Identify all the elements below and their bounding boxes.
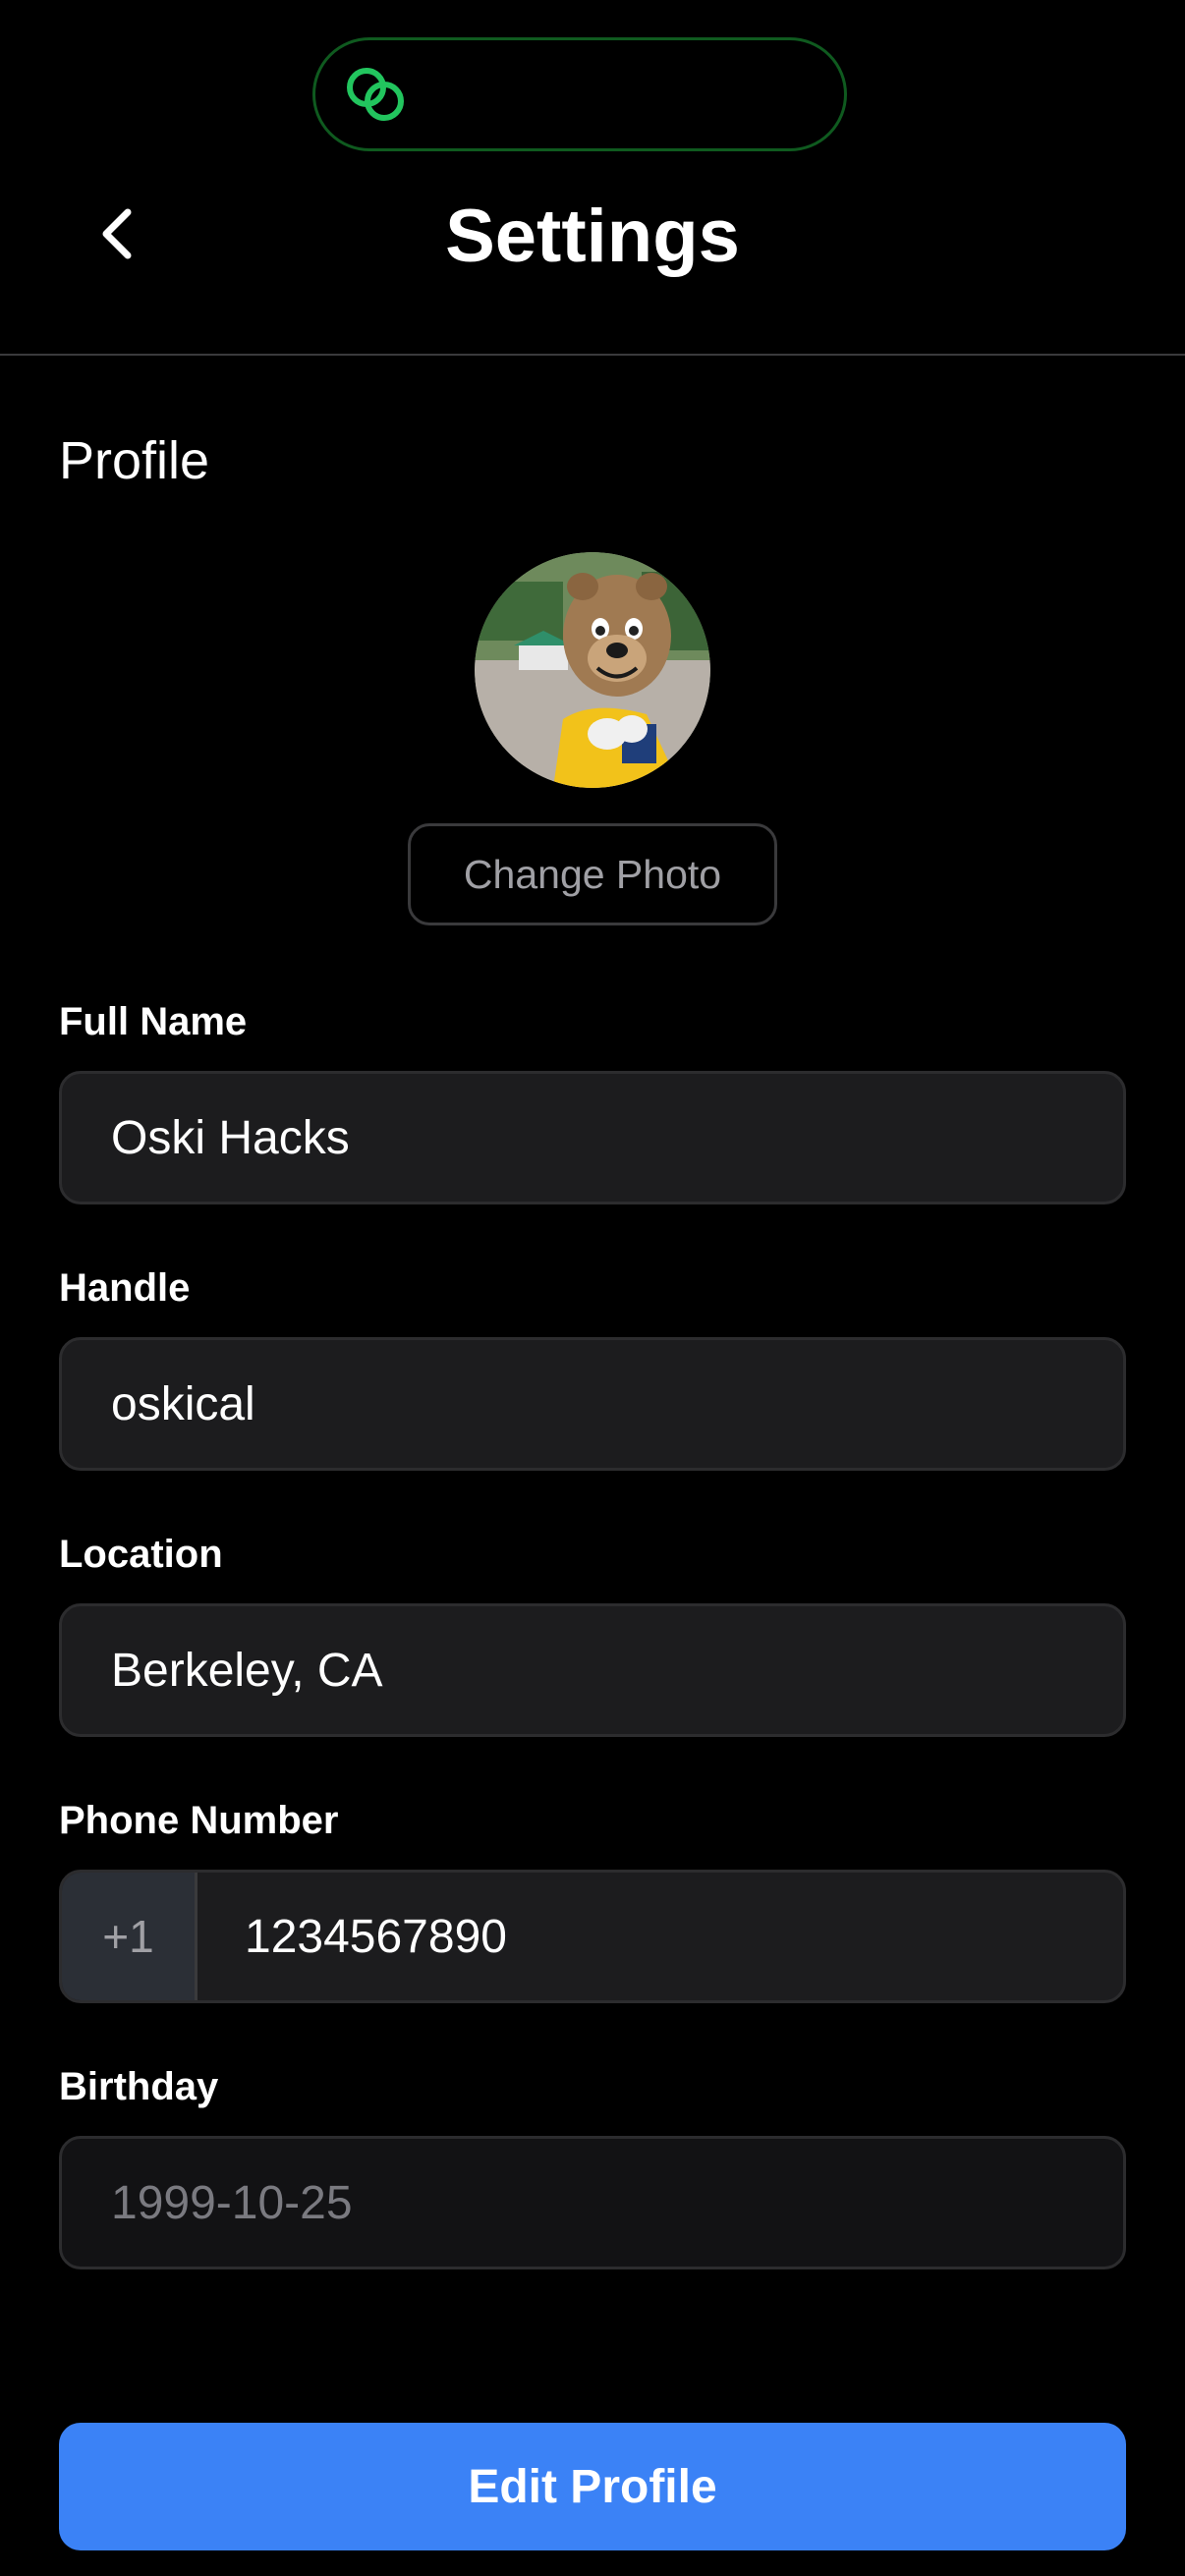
full-name-value: Oski Hacks (111, 1111, 350, 1164)
full-name-label: Full Name (59, 1000, 248, 1043)
page-title: Settings (445, 195, 740, 278)
birthday-label: Birthday (59, 2065, 219, 2108)
avatar[interactable] (475, 552, 710, 788)
phone-number-label: Phone Number (59, 1799, 339, 1842)
location-label: Location (59, 1533, 223, 1576)
change-photo-button[interactable]: Change Photo (408, 823, 777, 925)
link-icon (347, 68, 404, 121)
location-field[interactable]: Berkeley, CA (59, 1603, 1126, 1737)
section-title-profile: Profile (59, 431, 210, 490)
handle-field[interactable]: oskical (59, 1337, 1126, 1471)
phone-number-field[interactable]: +1 1234567890 (59, 1870, 1126, 2003)
country-code-prefix: +1 (62, 1873, 198, 2000)
settings-header: Settings (0, 167, 1185, 356)
phone-number-value: 1234567890 (245, 1910, 507, 1963)
dynamic-island (312, 37, 847, 151)
edit-profile-button[interactable]: Edit Profile (59, 2423, 1126, 2550)
handle-label: Handle (59, 1266, 191, 1310)
handle-value: oskical (111, 1377, 255, 1430)
full-name-field[interactable]: Oski Hacks (59, 1071, 1126, 1204)
avatar-photo (475, 552, 710, 788)
birthday-value: 1999-10-25 (111, 2176, 353, 2229)
birthday-field[interactable]: 1999-10-25 (59, 2136, 1126, 2269)
location-value: Berkeley, CA (111, 1644, 383, 1697)
